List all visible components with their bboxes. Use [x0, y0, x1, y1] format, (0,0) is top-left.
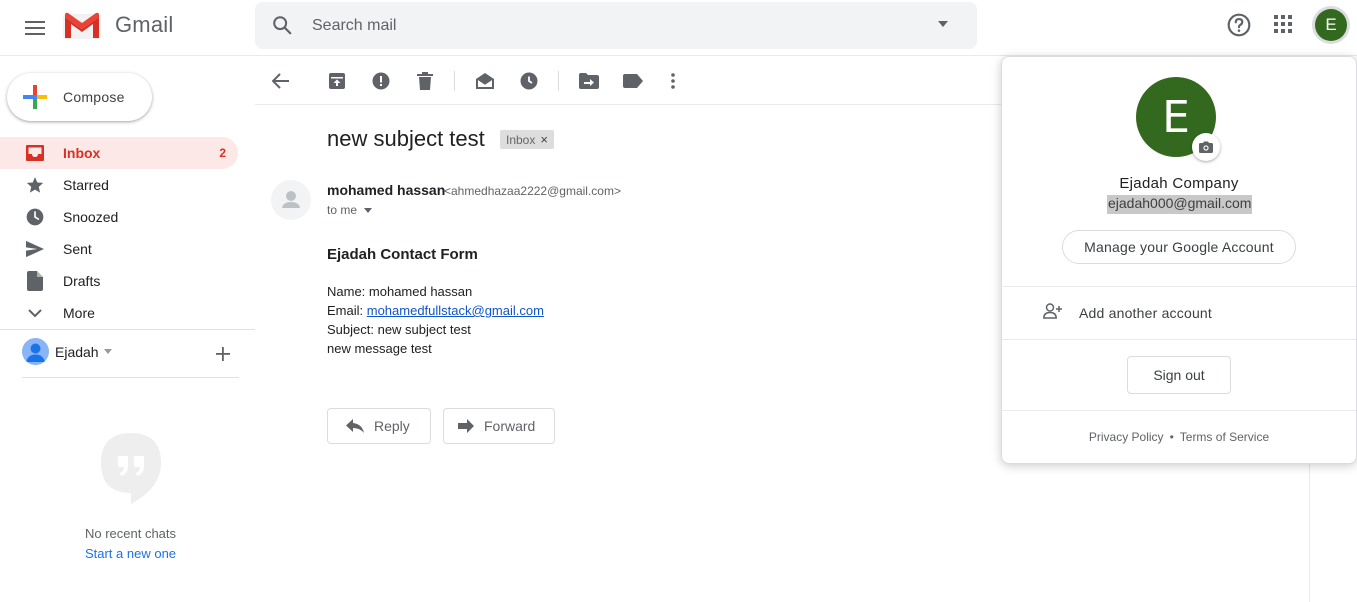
google-apps-icon[interactable] [1271, 12, 1295, 36]
no-chats-text: No recent chats [84, 526, 177, 541]
sidebar-item-label: Inbox [63, 145, 101, 161]
add-account-label: Add another account [1079, 305, 1213, 321]
new-chat-plus-icon[interactable] [214, 345, 232, 363]
compose-plus-icon [23, 85, 47, 109]
main-menu-button[interactable] [15, 8, 55, 48]
sender-email: <ahmedhazaa2222@gmail.com> [444, 184, 621, 198]
account-panel: E Ejadah Company ejadah000@gmail.com Man… [1001, 56, 1357, 464]
sidebar-item-sent[interactable]: Sent [0, 233, 238, 265]
reply-label: Reply [374, 418, 410, 434]
account-name: Ejadah Company [1119, 175, 1239, 192]
star-icon [25, 175, 45, 195]
sidebar-item-label: Snoozed [63, 209, 119, 225]
account-avatar-button[interactable]: E [1312, 6, 1350, 44]
compose-label: Compose [63, 89, 125, 105]
search-options-dropdown-icon[interactable] [937, 20, 949, 28]
hangouts-user-status[interactable]: Ejadah [22, 338, 112, 365]
sidebar-item-more[interactable]: More [0, 297, 238, 329]
message-subject: new subject test [327, 126, 485, 151]
mark-unread-icon[interactable] [474, 70, 496, 92]
body-name-line: Name: mohamed hassan [327, 284, 473, 299]
toolbar-divider [558, 71, 559, 91]
sender-name[interactable]: mohamed hassan [327, 182, 445, 198]
account-email: ejadah000@gmail.com [1107, 195, 1253, 214]
gmail-logo[interactable]: Gmail [63, 11, 173, 39]
body-email-line: Email: mohamedfullstack@gmail.com [327, 301, 544, 320]
snooze-icon[interactable] [518, 70, 540, 92]
reply-icon [346, 419, 364, 433]
message-body-title: Ejadah Contact Form [327, 246, 478, 263]
gmail-m-logo-icon [63, 12, 101, 39]
panel-divider [1002, 410, 1356, 411]
help-icon[interactable] [1226, 12, 1252, 38]
draft-icon [25, 271, 45, 291]
delete-icon[interactable] [414, 70, 436, 92]
label-chip-text: Inbox [506, 132, 536, 147]
sidebar-nav: Inbox 2 Starred Snoozed Sent Drafts More [0, 137, 240, 329]
sign-out-button[interactable]: Sign out [1127, 356, 1231, 394]
toolbar-divider [454, 71, 455, 91]
sender-avatar [271, 180, 311, 220]
message-body: Name: mohamed hassan Email: mohamedfulls… [327, 282, 544, 358]
sidebar-item-label: Drafts [63, 273, 101, 289]
move-to-icon[interactable] [578, 70, 600, 92]
top-header: Gmail Search mail E [0, 0, 1357, 56]
reply-button[interactable]: Reply [327, 408, 431, 444]
hamburger-menu-icon [25, 21, 45, 35]
archive-icon[interactable] [326, 70, 348, 92]
send-icon [25, 239, 45, 259]
more-vert-icon[interactable] [662, 70, 684, 92]
panel-divider [1002, 339, 1356, 340]
account-avatar-letter: E [1315, 9, 1347, 41]
sidebar-item-starred[interactable]: Starred [0, 169, 238, 201]
compose-button[interactable]: Compose [7, 73, 152, 121]
body-email-link[interactable]: mohamedfullstack@gmail.com [367, 303, 544, 318]
app-name: Gmail [115, 12, 174, 37]
change-photo-button[interactable] [1192, 133, 1220, 161]
sidebar-item-snoozed[interactable]: Snoozed [0, 201, 238, 233]
search-icon[interactable] [271, 14, 293, 36]
account-panel-footer: Privacy Policy • Terms of Service [1002, 430, 1356, 444]
add-person-icon [1043, 303, 1062, 319]
sidebar-item-drafts[interactable]: Drafts [0, 265, 238, 297]
manage-google-account-button[interactable]: Manage your Google Account [1062, 230, 1296, 264]
terms-of-service-link[interactable]: Terms of Service [1180, 430, 1269, 444]
back-arrow-icon[interactable] [270, 70, 292, 92]
inbox-label-chip[interactable]: Inbox × [500, 130, 554, 149]
hangouts-user-name: Ejadah [55, 343, 99, 360]
footer-separator: • [1169, 430, 1174, 444]
label-icon[interactable] [622, 70, 644, 92]
remove-label-button[interactable]: × [540, 132, 548, 147]
recipient-text: to me [327, 203, 358, 217]
search-input[interactable]: Search mail [312, 17, 396, 35]
unread-count-badge: 2 [219, 146, 226, 160]
privacy-policy-link[interactable]: Privacy Policy [1089, 430, 1164, 444]
details-dropdown-icon[interactable] [364, 207, 373, 213]
hangouts-divider [22, 377, 239, 378]
clock-icon [25, 207, 45, 227]
status-dropdown-icon[interactable] [103, 349, 112, 354]
report-spam-icon[interactable] [370, 70, 392, 92]
recipient-details[interactable]: to me [327, 203, 373, 217]
body-subject-line: Subject: new subject test [327, 322, 471, 337]
forward-label: Forward [484, 418, 536, 434]
search-bar[interactable]: Search mail [255, 2, 977, 49]
inbox-icon [25, 143, 45, 163]
sidebar-item-label: Sent [63, 241, 92, 257]
no-chats-panel: No recent chats Start a new one [0, 432, 261, 561]
sidebar-item-label: Starred [63, 177, 109, 193]
forward-button[interactable]: Forward [443, 408, 555, 444]
forward-icon [458, 419, 474, 433]
camera-icon [1199, 141, 1213, 153]
start-new-chat-link[interactable]: Start a new one [0, 546, 261, 561]
hangouts-quote-icon [100, 432, 162, 506]
sidebar-divider [0, 329, 255, 330]
body-message-line: new message test [327, 341, 432, 356]
body-email-prefix: Email: [327, 303, 367, 318]
add-another-account-button[interactable]: Add another account [1002, 287, 1356, 339]
chevron-down-icon [25, 303, 45, 323]
user-avatar [22, 338, 49, 365]
sidebar-item-label: More [63, 305, 95, 321]
sidebar-item-inbox[interactable]: Inbox 2 [0, 137, 238, 169]
